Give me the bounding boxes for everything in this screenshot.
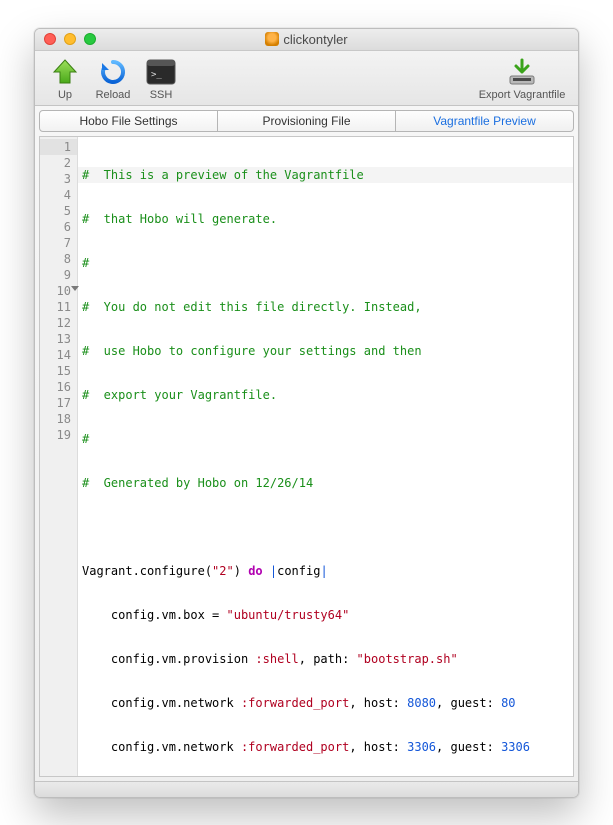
code-line: # [78,431,573,447]
line-number: 5 [40,203,77,219]
line-number: 1 [40,139,77,155]
code-area[interactable]: # This is a preview of the Vagrantfile #… [78,137,573,776]
code-line: # that Hobo will generate. [78,211,573,227]
tab-label: Provisioning File [262,114,350,128]
line-number: 19 [40,427,77,443]
tab-bar: Hobo File Settings Provisioning File Vag… [39,110,574,132]
up-arrow-icon [49,56,81,88]
line-number: 4 [40,187,77,203]
code-line: # You do not edit this file directly. In… [78,299,573,315]
fold-toggle-icon[interactable] [71,286,79,291]
line-number: 18 [40,411,77,427]
line-number: 17 [40,395,77,411]
code-line: config.vm.provision :shell, path: "boots… [78,651,573,667]
code-editor[interactable]: 1 2 3 4 5 6 7 8 9 10 11 12 13 14 15 16 1… [39,136,574,777]
code-line: # [78,255,573,271]
terminal-icon: >_ [145,56,177,88]
tab-provisioning-file[interactable]: Provisioning File [218,110,396,132]
window-footer [35,781,578,797]
line-number: 6 [40,219,77,235]
export-vagrantfile-button[interactable]: Export Vagrantfile [472,56,572,101]
line-number: 11 [40,299,77,315]
titlebar[interactable]: clickontyler [35,29,578,51]
code-line: Vagrant.configure("2") do |config| [78,563,573,579]
reload-label: Reload [96,89,131,101]
window-title: clickontyler [35,32,578,47]
line-number: 8 [40,251,77,267]
code-line: config.vm.network :forwarded_port, host:… [78,695,573,711]
export-label: Export Vagrantfile [479,89,566,101]
svg-text:>_: >_ [151,70,162,80]
ssh-button[interactable]: >_ SSH [137,56,185,101]
code-line: # use Hobo to configure your settings an… [78,343,573,359]
reload-button[interactable]: Reload [89,56,137,101]
app-icon [265,32,279,46]
minimize-icon[interactable] [64,33,76,45]
line-number: 3 [40,171,77,187]
export-icon [506,56,538,88]
line-number: 16 [40,379,77,395]
line-number: 13 [40,331,77,347]
code-line: # Generated by Hobo on 12/26/14 [78,475,573,491]
line-number: 14 [40,347,77,363]
tab-label: Vagrantfile Preview [433,114,536,128]
line-number: 7 [40,235,77,251]
line-number: 12 [40,315,77,331]
toolbar: Up Reload >_ SSH [35,51,578,106]
window-title-text: clickontyler [283,32,347,47]
line-number: 2 [40,155,77,171]
line-number: 9 [40,267,77,283]
zoom-icon[interactable] [84,33,96,45]
code-line: # This is a preview of the Vagrantfile [78,167,573,183]
tab-hobo-file-settings[interactable]: Hobo File Settings [39,110,218,132]
close-icon[interactable] [44,33,56,45]
line-number: 15 [40,363,77,379]
tab-vagrantfile-preview[interactable]: Vagrantfile Preview [396,110,574,132]
code-line: config.vm.box = "ubuntu/trusty64" [78,607,573,623]
up-label: Up [58,89,72,101]
code-line: # export your Vagrantfile. [78,387,573,403]
reload-icon [97,56,129,88]
code-line [78,519,573,535]
up-button[interactable]: Up [41,56,89,101]
line-number: 10 [40,283,77,299]
traffic-lights [35,33,96,45]
app-window: clickontyler Up Reload [34,28,579,798]
tab-label: Hobo File Settings [79,114,177,128]
code-line: config.vm.network :forwarded_port, host:… [78,739,573,755]
ssh-label: SSH [150,89,173,101]
gutter: 1 2 3 4 5 6 7 8 9 10 11 12 13 14 15 16 1… [40,137,78,776]
